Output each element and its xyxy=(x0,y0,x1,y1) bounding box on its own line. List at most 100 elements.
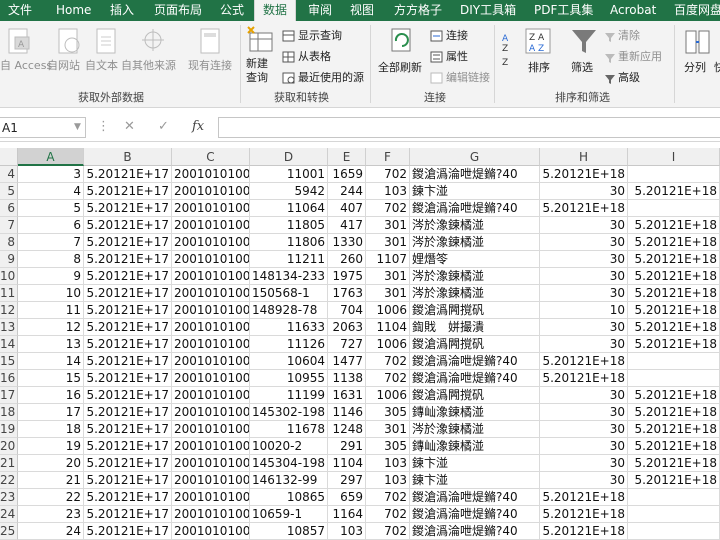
cell[interactable]: 2001010100 xyxy=(172,506,250,523)
from-other-sources-button[interactable]: 自其他来源 xyxy=(121,57,176,73)
tab-acrobat[interactable]: Acrobat xyxy=(602,0,664,21)
flash-fill-button[interactable]: 快 xyxy=(714,59,720,75)
cell[interactable]: 5.20121E+17 xyxy=(84,336,172,353)
cell[interactable]: 305 xyxy=(366,404,410,421)
cell[interactable] xyxy=(628,200,720,217)
cell[interactable]: 702 xyxy=(366,353,410,370)
cell[interactable]: 2001010100 xyxy=(172,472,250,489)
cell[interactable]: 2001010100 xyxy=(172,404,250,421)
cell[interactable]: 30 xyxy=(540,217,628,234)
cell[interactable]: 4 xyxy=(18,183,84,200)
column-header-e[interactable]: E xyxy=(328,148,366,166)
cell[interactable]: 6 xyxy=(18,217,84,234)
show-queries-button[interactable]: 显示查询 xyxy=(298,27,342,43)
cell[interactable]: 1631 xyxy=(328,387,366,404)
cell[interactable]: 702 xyxy=(366,370,410,387)
cell[interactable]: 11678 xyxy=(250,421,328,438)
cell[interactable]: 鍐滄潙淪呭煶鏅?40 xyxy=(410,489,540,506)
cell[interactable]: 2001010100 xyxy=(172,234,250,251)
cell[interactable]: 1104 xyxy=(328,455,366,472)
cell[interactable]: 鏄屾潒鍊橘湴 xyxy=(410,438,540,455)
row-header[interactable]: 12 xyxy=(0,302,18,319)
cell[interactable]: 702 xyxy=(366,489,410,506)
column-header-a[interactable]: A xyxy=(18,148,84,166)
cell[interactable]: 301 xyxy=(366,285,410,302)
cell[interactable]: 5.20121E+18 xyxy=(540,166,628,183)
cell[interactable]: 鍐滄潙淪呭煶鏅?40 xyxy=(410,506,540,523)
cell[interactable]: 2001010100 xyxy=(172,200,250,217)
tab-baidu-netdisk[interactable]: 百度网盘 xyxy=(666,0,720,21)
cell[interactable]: 10955 xyxy=(250,370,328,387)
cell[interactable]: 24 xyxy=(18,523,84,540)
cell[interactable]: 702 xyxy=(366,166,410,183)
cell[interactable]: 17 xyxy=(18,404,84,421)
tab-review[interactable]: 审阅 xyxy=(300,0,340,21)
cell[interactable]: 5.20121E+18 xyxy=(628,183,720,200)
cell[interactable]: 30 xyxy=(540,421,628,438)
cell[interactable]: 5.20121E+17 xyxy=(84,404,172,421)
cell[interactable]: 1107 xyxy=(366,251,410,268)
cell[interactable]: 5.20121E+18 xyxy=(628,285,720,302)
text-to-columns-button[interactable]: 分列 xyxy=(684,59,706,75)
edit-links-button[interactable]: 编辑链接 xyxy=(446,69,490,85)
cell[interactable]: 10857 xyxy=(250,523,328,540)
cell[interactable]: 145304-198 xyxy=(250,455,328,472)
cell[interactable]: 10 xyxy=(540,302,628,319)
cell[interactable] xyxy=(628,489,720,506)
cell[interactable]: 2001010100 xyxy=(172,336,250,353)
cell[interactable]: 417 xyxy=(328,217,366,234)
from-text-button[interactable]: 自文本 xyxy=(85,57,118,73)
cell[interactable]: 5.20121E+18 xyxy=(540,489,628,506)
cell[interactable]: 1006 xyxy=(366,387,410,404)
cell[interactable]: 11633 xyxy=(250,319,328,336)
cell[interactable]: 301 xyxy=(366,421,410,438)
cell[interactable]: 鍐滄潙淪呭煶鏅?40 xyxy=(410,200,540,217)
cell[interactable]: 5.20121E+17 xyxy=(84,251,172,268)
cell[interactable]: 3 xyxy=(18,166,84,183)
cell[interactable]: 5.20121E+18 xyxy=(540,506,628,523)
cell[interactable]: 150568-1 xyxy=(250,285,328,302)
cell[interactable]: 30 xyxy=(540,319,628,336)
cell[interactable]: 5.20121E+17 xyxy=(84,455,172,472)
row-header[interactable]: 11 xyxy=(0,285,18,302)
row-header[interactable]: 15 xyxy=(0,353,18,370)
cell[interactable]: 鍐滄潙淪呭煶鏅?40 xyxy=(410,523,540,540)
advanced-filter-button[interactable]: 高级 xyxy=(618,69,640,85)
cell[interactable]: 鍐滄潙闁撹矾 xyxy=(410,387,540,404)
cell[interactable]: 103 xyxy=(366,183,410,200)
cell[interactable]: 5.20121E+17 xyxy=(84,234,172,251)
cell[interactable]: 11211 xyxy=(250,251,328,268)
cell[interactable]: 30 xyxy=(540,455,628,472)
name-box-dropdown-icon[interactable]: ▼ xyxy=(74,122,81,132)
row-header[interactable]: 17 xyxy=(0,387,18,404)
cell[interactable]: 702 xyxy=(366,523,410,540)
cell[interactable]: 11805 xyxy=(250,217,328,234)
cell[interactable]: 8 xyxy=(18,251,84,268)
tab-view[interactable]: 视图 xyxy=(342,0,382,21)
insert-function-icon[interactable]: fx xyxy=(192,119,204,134)
cell[interactable]: 103 xyxy=(366,472,410,489)
cell[interactable]: 2001010100 xyxy=(172,251,250,268)
cell[interactable]: 鍐滄潙淪呭煶鏅?40 xyxy=(410,166,540,183)
cell[interactable]: 娌熸笭 xyxy=(410,251,540,268)
refresh-all-button[interactable]: 全部刷新 xyxy=(378,59,422,75)
cell[interactable]: 5.20121E+17 xyxy=(84,387,172,404)
cell[interactable]: 5.20121E+18 xyxy=(628,319,720,336)
cell[interactable]: 5.20121E+18 xyxy=(628,217,720,234)
cell[interactable]: 5.20121E+17 xyxy=(84,319,172,336)
cell[interactable]: 鏄屾潒鍊橘湴 xyxy=(410,404,540,421)
clear-filter-button[interactable]: 清除 xyxy=(618,27,640,43)
cell[interactable]: 5.20121E+18 xyxy=(628,455,720,472)
column-header-f[interactable]: F xyxy=(366,148,410,166)
cell[interactable]: 11806 xyxy=(250,234,328,251)
cell[interactable]: 5.20121E+17 xyxy=(84,302,172,319)
cell[interactable]: 5.20121E+18 xyxy=(628,387,720,404)
select-all-corner[interactable] xyxy=(0,148,18,166)
sort-button[interactable]: 排序 xyxy=(528,59,550,75)
cell[interactable]: 727 xyxy=(328,336,366,353)
cell[interactable]: 659 xyxy=(328,489,366,506)
tab-page-layout[interactable]: 页面布局 xyxy=(146,0,210,21)
tab-diy-toolbox[interactable]: DIY工具箱 xyxy=(452,0,524,21)
cell[interactable]: 5.20121E+17 xyxy=(84,183,172,200)
tab-pdf-tools[interactable]: PDF工具集 xyxy=(526,0,601,21)
